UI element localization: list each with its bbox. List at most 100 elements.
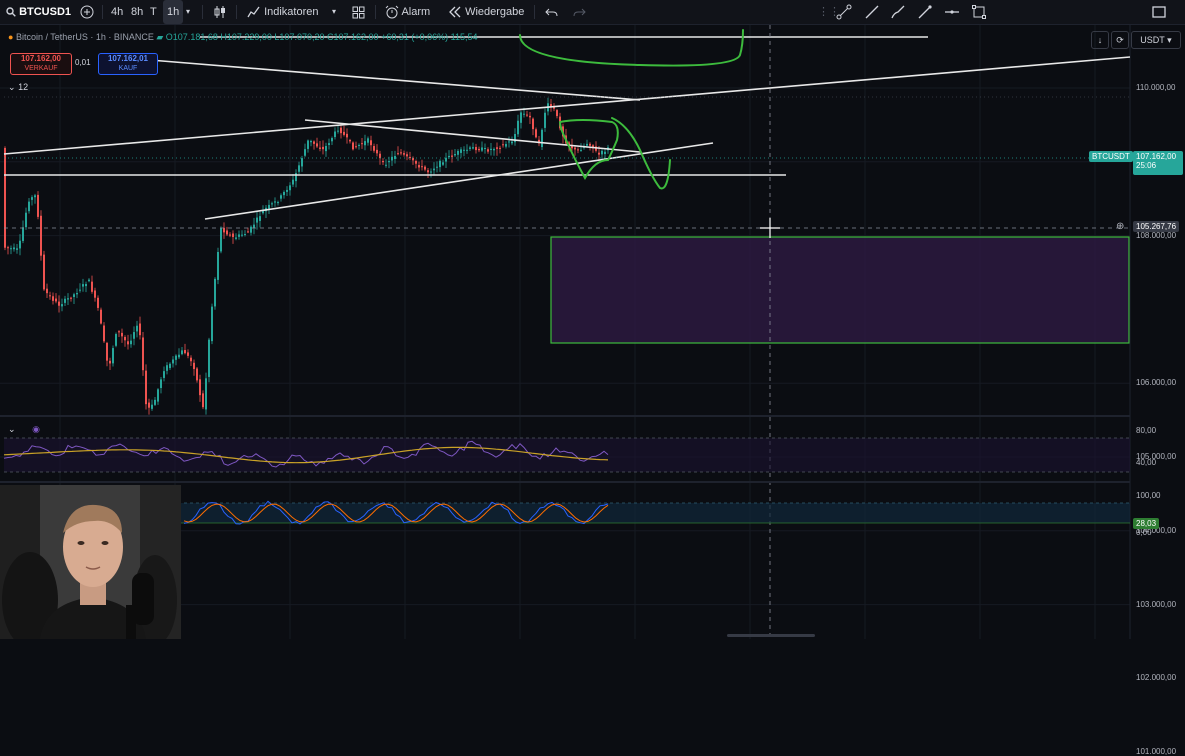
candle-body (121, 332, 123, 337)
candle-body (373, 146, 375, 151)
redo-button[interactable] (573, 0, 586, 24)
candle-body (190, 357, 192, 362)
candle-body (148, 402, 150, 408)
candle-body (499, 147, 501, 149)
demand-zone[interactable] (550, 236, 1130, 344)
candle-body (73, 294, 75, 298)
indicator-count: 12 (18, 82, 29, 92)
rsi-pane-header[interactable]: ⌄ ◉ (8, 424, 40, 435)
candle-body (586, 143, 588, 146)
replay-button[interactable]: Wiedergabe (448, 0, 524, 24)
scroll-down-button[interactable]: ↓ (1091, 31, 1109, 49)
candle-body (88, 279, 90, 282)
candle-body (46, 288, 48, 294)
osc-value-tag: 28,03 (1133, 518, 1160, 529)
pen-tool-button[interactable] (917, 0, 933, 24)
chart-type-button[interactable] (213, 0, 227, 24)
candle-body (310, 140, 312, 143)
indicators-dropdown-chevron-icon[interactable]: ▾ (332, 0, 336, 24)
candle-body (115, 334, 117, 346)
buy-button[interactable]: 107.162,01 KAUF (98, 53, 158, 75)
currency-select[interactable]: USDT ▾ (1131, 31, 1181, 49)
candle-body (364, 141, 366, 146)
candle-body (181, 350, 183, 355)
reload-button[interactable]: ⟳ (1111, 31, 1129, 49)
arrow-down-icon: ↓ (1097, 35, 1103, 45)
candle-body (244, 234, 246, 236)
symbol-search[interactable]: BTCUSD1 (6, 0, 71, 24)
candle-body (505, 144, 507, 147)
toolbar-divider (375, 5, 376, 19)
refresh-icon: ⟳ (1116, 35, 1124, 45)
trendline-tool-icon (836, 4, 852, 20)
candle-body (268, 204, 270, 209)
candle-body (97, 297, 99, 308)
interval-day[interactable]: T (150, 0, 157, 24)
candle-body (508, 141, 510, 143)
price-tick: 110.000,00 (1136, 83, 1176, 92)
replay-icon (449, 6, 461, 18)
legend-high: H107.229,00 (220, 32, 272, 42)
symbol-label-tag: BTCUSDT (1089, 151, 1133, 162)
candle-body (277, 202, 279, 204)
candle-body (511, 141, 513, 144)
indicators-button[interactable]: Indikatoren (247, 0, 319, 24)
candle-body (133, 332, 135, 339)
candle-body (145, 370, 147, 405)
candle-body (163, 371, 165, 378)
indicator-toggle[interactable]: ⌄ 12 (8, 82, 28, 93)
fullscreen-button[interactable] (1152, 0, 1166, 24)
candle-body (184, 350, 186, 354)
ray-tool-button[interactable] (864, 0, 880, 24)
candle-body (250, 226, 252, 233)
toolbar-divider (202, 5, 203, 19)
alarm-icon (385, 5, 399, 19)
alarm-button[interactable]: Alarm (385, 0, 430, 24)
rectangle-tool-icon (972, 5, 986, 20)
candle-body (544, 112, 546, 128)
plus-circle-icon (80, 5, 94, 19)
compare-button[interactable] (80, 0, 94, 24)
candle-body (25, 212, 27, 228)
price-tick: 102.000,00 (1136, 673, 1177, 683)
candle-body (199, 379, 201, 396)
sell-button[interactable]: 107.162,00 VERKAUF (10, 53, 72, 75)
candle-body (448, 155, 450, 158)
candle-body (166, 365, 168, 371)
candle-body (223, 227, 225, 233)
candle-body (382, 160, 384, 163)
candle-body (355, 146, 357, 148)
interval-4h[interactable]: 4h (111, 0, 123, 24)
candle-body (436, 166, 438, 168)
legend-flag-icon: ▰ (156, 32, 164, 42)
candle-body (328, 143, 330, 146)
candle-body (280, 195, 282, 199)
brush-tool-button[interactable] (890, 0, 906, 24)
top-toolbar: BTCUSD1 4h 8h T 1h ▾ Indikatoren ▾ Alarm… (0, 0, 1185, 25)
candle-body (580, 149, 582, 151)
candle-body (10, 248, 12, 250)
trendline-tool-button[interactable] (836, 0, 852, 24)
layout-button[interactable] (352, 0, 365, 24)
candle-body (247, 231, 249, 233)
candle-body (76, 292, 78, 295)
candle-body (460, 149, 462, 153)
rsi-band (4, 438, 1130, 472)
interval-dropdown-chevron-icon[interactable]: ▾ (186, 0, 190, 24)
interval-8h[interactable]: 8h (131, 0, 143, 24)
rectangle-tool-button[interactable] (971, 0, 987, 24)
candle-body (385, 164, 387, 166)
candle-body (502, 144, 504, 146)
candle-body (481, 147, 483, 151)
pen-tool-icon (918, 5, 932, 19)
interval-1h[interactable]: 1h (163, 0, 184, 24)
horizontal-line-tool-button[interactable] (944, 0, 960, 24)
add-alert-plus-icon[interactable]: ⊕ (1116, 221, 1124, 232)
candle-body (433, 168, 435, 171)
candle-body (112, 348, 114, 364)
legend-dot-icon: ● (8, 32, 14, 42)
undo-button[interactable] (545, 0, 558, 24)
webcam-overlay (0, 485, 181, 639)
candle-body (91, 281, 93, 292)
candle-body (61, 304, 63, 307)
